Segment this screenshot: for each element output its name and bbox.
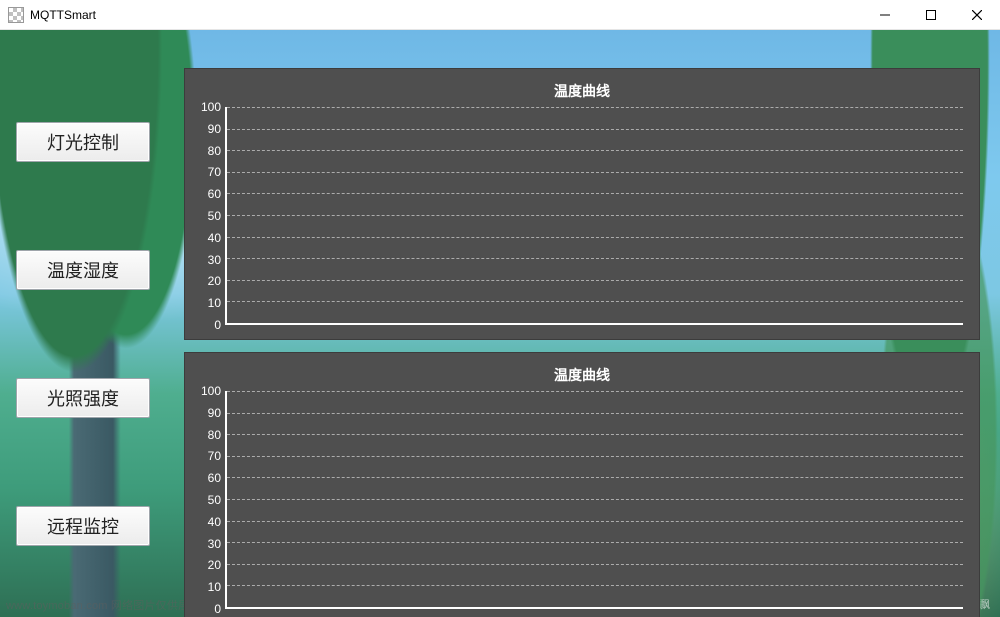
y-tick-label: 0 [195,602,221,616]
sidebar-button-label: 光照强度 [47,385,119,411]
gridline [227,237,963,238]
gridline [227,413,963,414]
y-tick-label: 100 [195,384,221,398]
sidebar-button-light-intensity[interactable]: 光照强度 [16,378,150,418]
chart-grid [227,391,963,607]
gridline [227,193,963,194]
chart-panel-1: 温度曲线 0102030405060708090100 [184,352,980,617]
app-icon [8,7,24,23]
y-tick-label: 60 [195,187,221,201]
y-tick-label: 60 [195,471,221,485]
gridline [227,215,963,216]
gridline [227,172,963,173]
minimize-icon [880,10,890,20]
gridline [227,301,963,302]
gridline [227,521,963,522]
chart-area: 温度曲线 0102030405060708090100 温度曲线 0102030… [184,68,980,617]
gridline [227,258,963,259]
gridline [227,280,963,281]
sidebar-button-light-control[interactable]: 灯光控制 [16,122,150,162]
chart-plot-1: 0102030405060708090100 [225,391,963,609]
close-icon [972,10,982,20]
y-tick-label: 10 [195,296,221,310]
y-tick-label: 10 [195,580,221,594]
chart-panel-0: 温度曲线 0102030405060708090100 [184,68,980,340]
gridline [227,499,963,500]
maximize-icon [926,10,936,20]
chart-plot-0: 0102030405060708090100 [225,107,963,325]
close-button[interactable] [954,0,1000,30]
y-tick-label: 90 [195,406,221,420]
client-area: 灯光控制 温度湿度 光照强度 远程监控 温度曲线 010203040506070… [0,30,1000,617]
sidebar-button-remote-monitor[interactable]: 远程监控 [16,506,150,546]
gridline [227,434,963,435]
y-tick-label: 70 [195,449,221,463]
gridline [227,585,963,586]
title-bar: MQTTSmart [0,0,1000,30]
y-tick-label: 20 [195,274,221,288]
sidebar: 灯光控制 温度湿度 光照强度 远程监控 [16,122,150,546]
y-tick-label: 100 [195,100,221,114]
y-axis [225,391,227,609]
maximize-button[interactable] [908,0,954,30]
minimize-button[interactable] [862,0,908,30]
window-controls [862,0,1000,30]
gridline [227,150,963,151]
y-tick-label: 40 [195,515,221,529]
gridline [227,391,963,392]
gridline [227,456,963,457]
y-tick-label: 30 [195,537,221,551]
chart-title: 温度曲线 [197,361,967,391]
sidebar-button-label: 温度湿度 [47,257,119,283]
y-axis [225,107,227,325]
gridline [227,477,963,478]
y-tick-label: 80 [195,144,221,158]
chart-title: 温度曲线 [197,77,967,107]
gridline [227,564,963,565]
sidebar-button-temp-humidity[interactable]: 温度湿度 [16,250,150,290]
gridline [227,107,963,108]
x-axis [225,323,963,325]
gridline [227,542,963,543]
y-tick-label: 30 [195,253,221,267]
window-title: MQTTSmart [30,8,96,22]
gridline [227,129,963,130]
y-tick-label: 20 [195,558,221,572]
y-tick-label: 70 [195,165,221,179]
x-axis [225,607,963,609]
y-tick-label: 80 [195,428,221,442]
y-tick-label: 0 [195,318,221,332]
chart-grid [227,107,963,323]
sidebar-button-label: 远程监控 [47,513,119,539]
y-tick-label: 40 [195,231,221,245]
sidebar-button-label: 灯光控制 [47,129,119,155]
y-tick-label: 50 [195,493,221,507]
y-tick-label: 50 [195,209,221,223]
y-tick-label: 90 [195,122,221,136]
